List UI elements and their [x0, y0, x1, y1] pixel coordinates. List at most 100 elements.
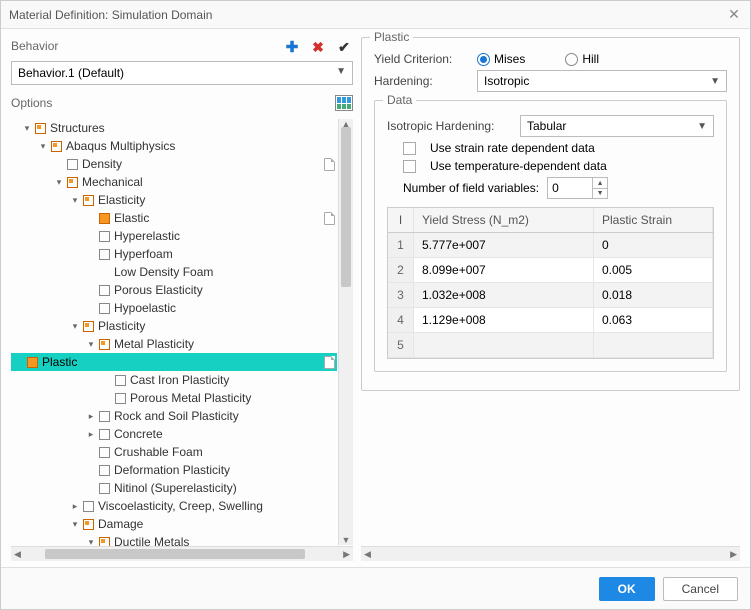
- tree-item[interactable]: ▸Concrete: [13, 425, 337, 443]
- cell-yield-stress[interactable]: 8.099e+007: [414, 258, 594, 282]
- horizontal-scrollbar[interactable]: ◀ ▶: [361, 546, 740, 561]
- expand-icon[interactable]: ▾: [69, 515, 81, 533]
- checkbox-icon[interactable]: [83, 519, 94, 530]
- iso-hardening-select[interactable]: Tabular ▼: [520, 115, 714, 137]
- tree-item[interactable]: Hyperelastic: [13, 227, 337, 245]
- cell-plastic-strain[interactable]: 0: [594, 233, 713, 257]
- tree-item[interactable]: ▾Abaqus Multiphysics: [13, 137, 337, 155]
- cell-yield-stress[interactable]: [414, 333, 594, 357]
- delete-icon[interactable]: ✖: [309, 38, 327, 56]
- cell-yield-stress[interactable]: 5.777e+007: [414, 233, 594, 257]
- field-vars-spinner[interactable]: ▲▼: [547, 177, 608, 199]
- tree-item[interactable]: ▸Viscoelasticity, Creep, Swelling: [13, 497, 337, 515]
- checkbox-icon[interactable]: [99, 339, 110, 350]
- checkbox-icon[interactable]: [99, 429, 110, 440]
- checkbox-icon[interactable]: [83, 195, 94, 206]
- checkbox-icon[interactable]: [99, 231, 110, 242]
- apply-icon[interactable]: ✔: [335, 38, 353, 56]
- data-table[interactable]: I Yield Stress (N_m2) Plastic Strain 15.…: [387, 207, 714, 359]
- checkbox-icon[interactable]: [115, 393, 126, 404]
- tree-item[interactable]: Crushable Foam: [13, 443, 337, 461]
- tree-item[interactable]: ▾Plasticity: [13, 317, 337, 335]
- tree-item[interactable]: ▾Metal Plasticity: [13, 335, 337, 353]
- checkbox-icon[interactable]: [99, 447, 110, 458]
- tree-item[interactable]: Elastic: [13, 209, 337, 227]
- tree-item[interactable]: Porous Metal Plasticity: [13, 389, 337, 407]
- checkbox-icon[interactable]: [99, 213, 110, 224]
- vertical-scrollbar[interactable]: ▲ ▼: [338, 119, 353, 545]
- ok-button[interactable]: OK: [599, 577, 655, 601]
- scrollbar-thumb[interactable]: [341, 127, 351, 287]
- cell-plastic-strain[interactable]: [594, 333, 713, 357]
- scroll-right-icon[interactable]: ▶: [727, 547, 740, 561]
- cell-plastic-strain[interactable]: 0.018: [594, 283, 713, 307]
- expand-icon[interactable]: ▾: [53, 173, 65, 191]
- scroll-right-icon[interactable]: ▶: [340, 547, 353, 561]
- spin-down-icon[interactable]: ▼: [593, 189, 607, 199]
- checkbox-icon[interactable]: [67, 177, 78, 188]
- scroll-left-icon[interactable]: ◀: [361, 547, 374, 561]
- tree-item[interactable]: ▾Damage: [13, 515, 337, 533]
- checkbox-icon[interactable]: [99, 303, 110, 314]
- tree-item[interactable]: Hypoelastic: [13, 299, 337, 317]
- tree-item[interactable]: ▾Elasticity: [13, 191, 337, 209]
- checkbox-icon[interactable]: [27, 357, 38, 368]
- table-row[interactable]: 31.032e+0080.018: [388, 283, 713, 308]
- cell-plastic-strain[interactable]: 0.005: [594, 258, 713, 282]
- field-vars-input[interactable]: [548, 178, 592, 198]
- spin-up-icon[interactable]: ▲: [593, 178, 607, 189]
- tree-item[interactable]: ▸Rock and Soil Plasticity: [13, 407, 337, 425]
- expand-icon[interactable]: ▾: [85, 335, 97, 353]
- cell-yield-stress[interactable]: 1.032e+008: [414, 283, 594, 307]
- tree-item[interactable]: ▾Structures: [13, 119, 337, 137]
- hardening-select[interactable]: Isotropic ▼: [477, 70, 727, 92]
- expand-icon[interactable]: ▸: [85, 425, 97, 443]
- tree-item[interactable]: Density: [13, 155, 337, 173]
- close-icon[interactable]: ✕: [726, 6, 742, 23]
- tree-item[interactable]: Porous Elasticity: [13, 281, 337, 299]
- table-view-icon[interactable]: [335, 95, 353, 111]
- scroll-down-icon[interactable]: ▼: [339, 535, 353, 545]
- expand-icon[interactable]: ▾: [21, 119, 33, 137]
- radio-hill[interactable]: Hill: [565, 52, 599, 66]
- tree-item[interactable]: ▾Mechanical: [13, 173, 337, 191]
- checkbox-icon[interactable]: [99, 483, 110, 494]
- cancel-button[interactable]: Cancel: [663, 577, 738, 601]
- checkbox-icon[interactable]: [83, 501, 94, 512]
- tree-item[interactable]: Low Density Foam: [13, 263, 337, 281]
- checkbox-icon[interactable]: [83, 321, 94, 332]
- expand-icon[interactable]: ▾: [37, 137, 49, 155]
- add-icon[interactable]: ✚: [283, 38, 301, 56]
- col-plastic-strain[interactable]: Plastic Strain: [594, 208, 713, 232]
- checkbox-icon[interactable]: [99, 249, 110, 260]
- cell-yield-stress[interactable]: 1.129e+008: [414, 308, 594, 332]
- tree-item[interactable]: Nitinol (Superelasticity): [13, 479, 337, 497]
- checkbox-icon[interactable]: [51, 141, 62, 152]
- table-row[interactable]: 5: [388, 333, 713, 358]
- options-tree[interactable]: ▾Structures▾Abaqus MultiphysicsDensity▾M…: [11, 119, 337, 561]
- checkbox-icon[interactable]: [99, 411, 110, 422]
- temperature-check[interactable]: Use temperature-dependent data: [403, 159, 714, 173]
- checkbox-icon[interactable]: [35, 123, 46, 134]
- cell-plastic-strain[interactable]: 0.063: [594, 308, 713, 332]
- checkbox-icon[interactable]: [67, 159, 78, 170]
- tree-item[interactable]: Plastic: [11, 353, 337, 371]
- table-row[interactable]: 15.777e+0070: [388, 233, 713, 258]
- strain-rate-check[interactable]: Use strain rate dependent data: [403, 141, 714, 155]
- checkbox-icon[interactable]: [99, 285, 110, 296]
- checkbox-icon[interactable]: [99, 465, 110, 476]
- scroll-left-icon[interactable]: ◀: [11, 547, 24, 561]
- expand-icon[interactable]: ▾: [69, 191, 81, 209]
- table-row[interactable]: 28.099e+0070.005: [388, 258, 713, 283]
- tree-item[interactable]: Cast Iron Plasticity: [13, 371, 337, 389]
- behavior-select[interactable]: Behavior.1 (Default) ▼: [11, 61, 353, 85]
- checkbox-icon[interactable]: [115, 375, 126, 386]
- expand-icon[interactable]: ▸: [69, 497, 81, 515]
- radio-mises[interactable]: Mises: [477, 52, 525, 66]
- horizontal-scrollbar[interactable]: ◀ ▶: [11, 546, 353, 561]
- table-row[interactable]: 41.129e+0080.063: [388, 308, 713, 333]
- tree-item[interactable]: Hyperfoam: [13, 245, 337, 263]
- tree-item[interactable]: Deformation Plasticity: [13, 461, 337, 479]
- scrollbar-thumb[interactable]: [45, 549, 305, 559]
- col-yield-stress[interactable]: Yield Stress (N_m2): [414, 208, 594, 232]
